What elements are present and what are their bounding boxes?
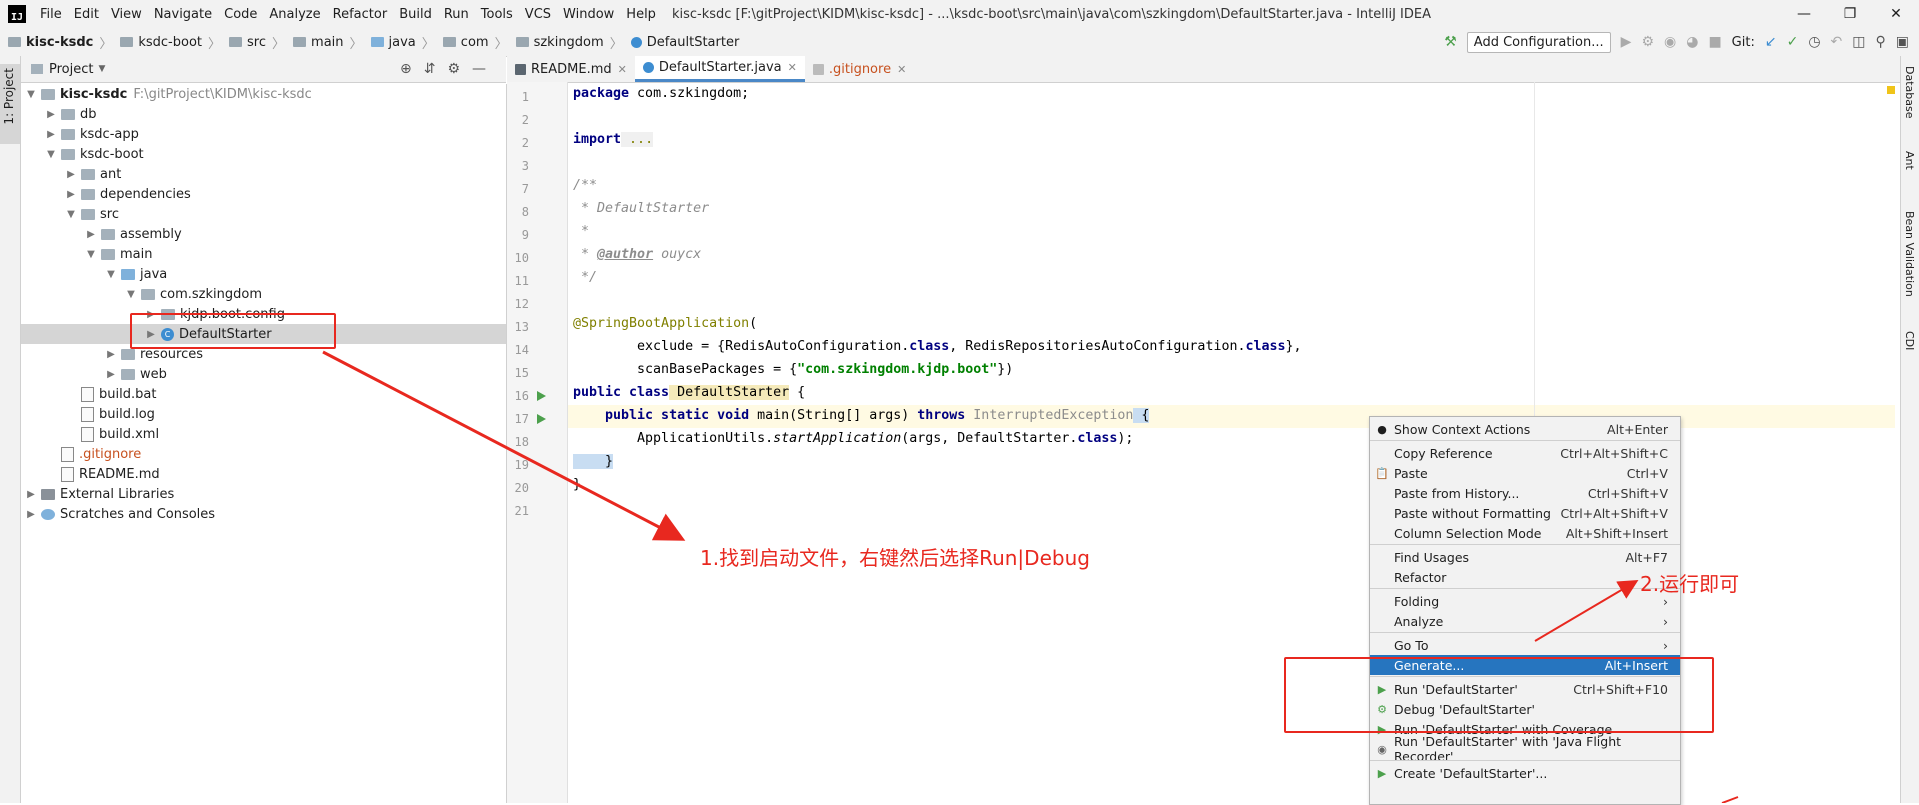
arrow-to-step2 — [1534, 579, 1639, 642]
arrow-to-step1 — [322, 350, 686, 541]
annotation-step1-text: 1.找到启动文件，右键然后选择Run|Debug — [700, 546, 1090, 570]
arrow-fragment — [1721, 796, 1739, 803]
annotation-arrows — [322, 350, 1739, 803]
annotation-step2-text: 2.运行即可 — [1640, 572, 1740, 596]
